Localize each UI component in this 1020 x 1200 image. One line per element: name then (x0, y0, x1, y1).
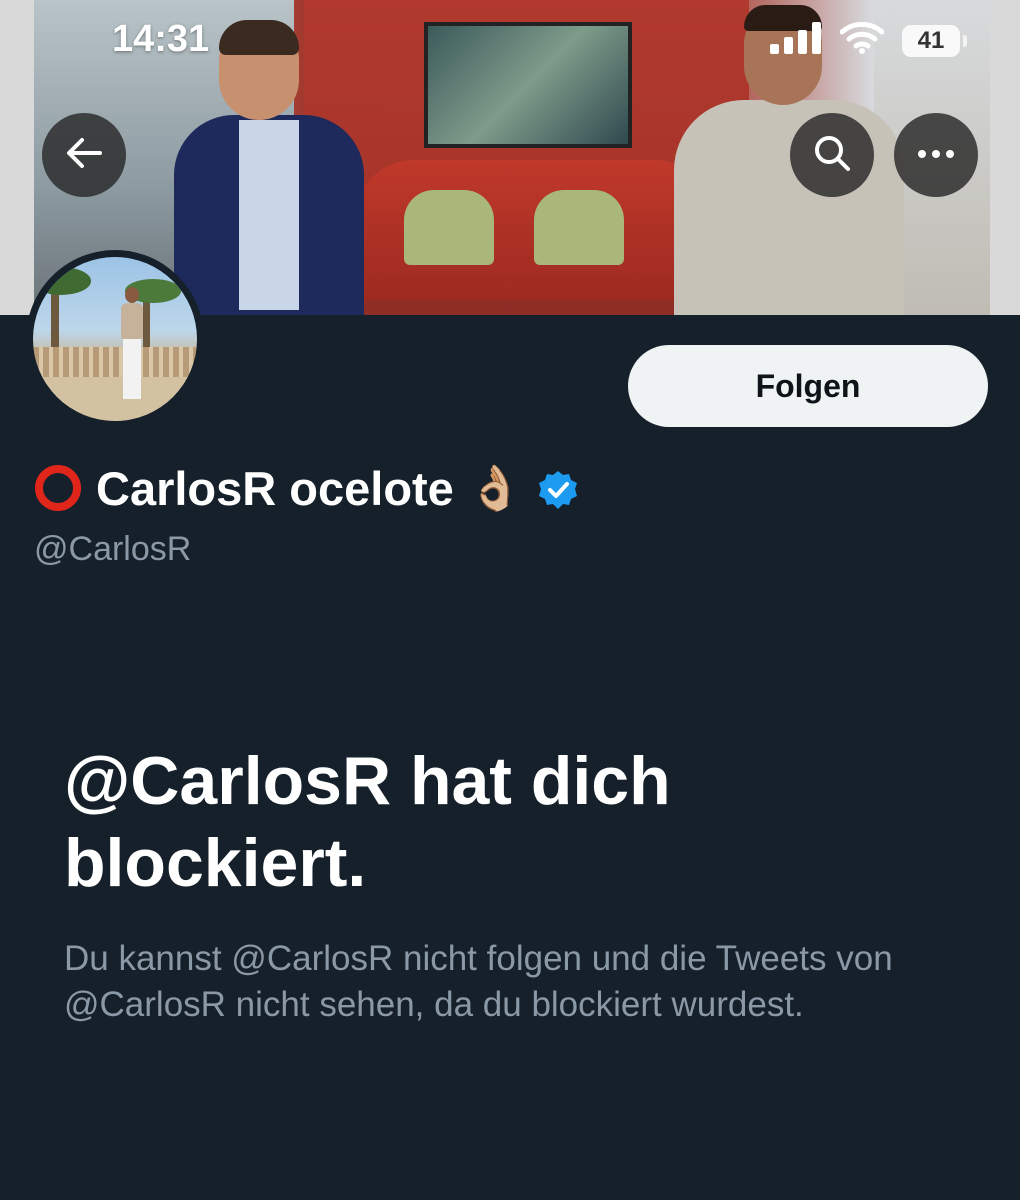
search-icon (812, 133, 852, 178)
wifi-icon (839, 21, 885, 59)
status-icons: 41 (770, 21, 967, 59)
blocked-title: @CarlosR hat dich blockiert. (64, 743, 671, 901)
red-ring-icon (34, 464, 82, 512)
profile-name-row: CarlosR ocelote 👌🏼 (34, 458, 579, 518)
blocked-description: Du kannst @CarlosR nicht folgen und die … (64, 939, 893, 1024)
back-button[interactable] (42, 113, 126, 197)
ok-hand-emoji: 👌🏼 (467, 464, 523, 513)
avatar-image (33, 257, 197, 421)
verified-badge-icon[interactable] (537, 467, 579, 509)
cellular-signal-icon (770, 22, 822, 59)
more-button[interactable] (894, 113, 978, 197)
more-horizontal-icon (916, 146, 956, 164)
battery-level: 41 (917, 26, 945, 54)
status-time: 14:31 (112, 18, 210, 60)
battery-icon: 41 (902, 24, 967, 57)
search-button[interactable] (790, 113, 874, 197)
follow-button[interactable]: Folgen (628, 345, 988, 427)
display-name: CarlosR ocelote (96, 461, 454, 515)
arrow-left-icon (64, 136, 104, 175)
avatar[interactable] (26, 250, 204, 428)
profile-handle: @CarlosR (34, 530, 192, 568)
